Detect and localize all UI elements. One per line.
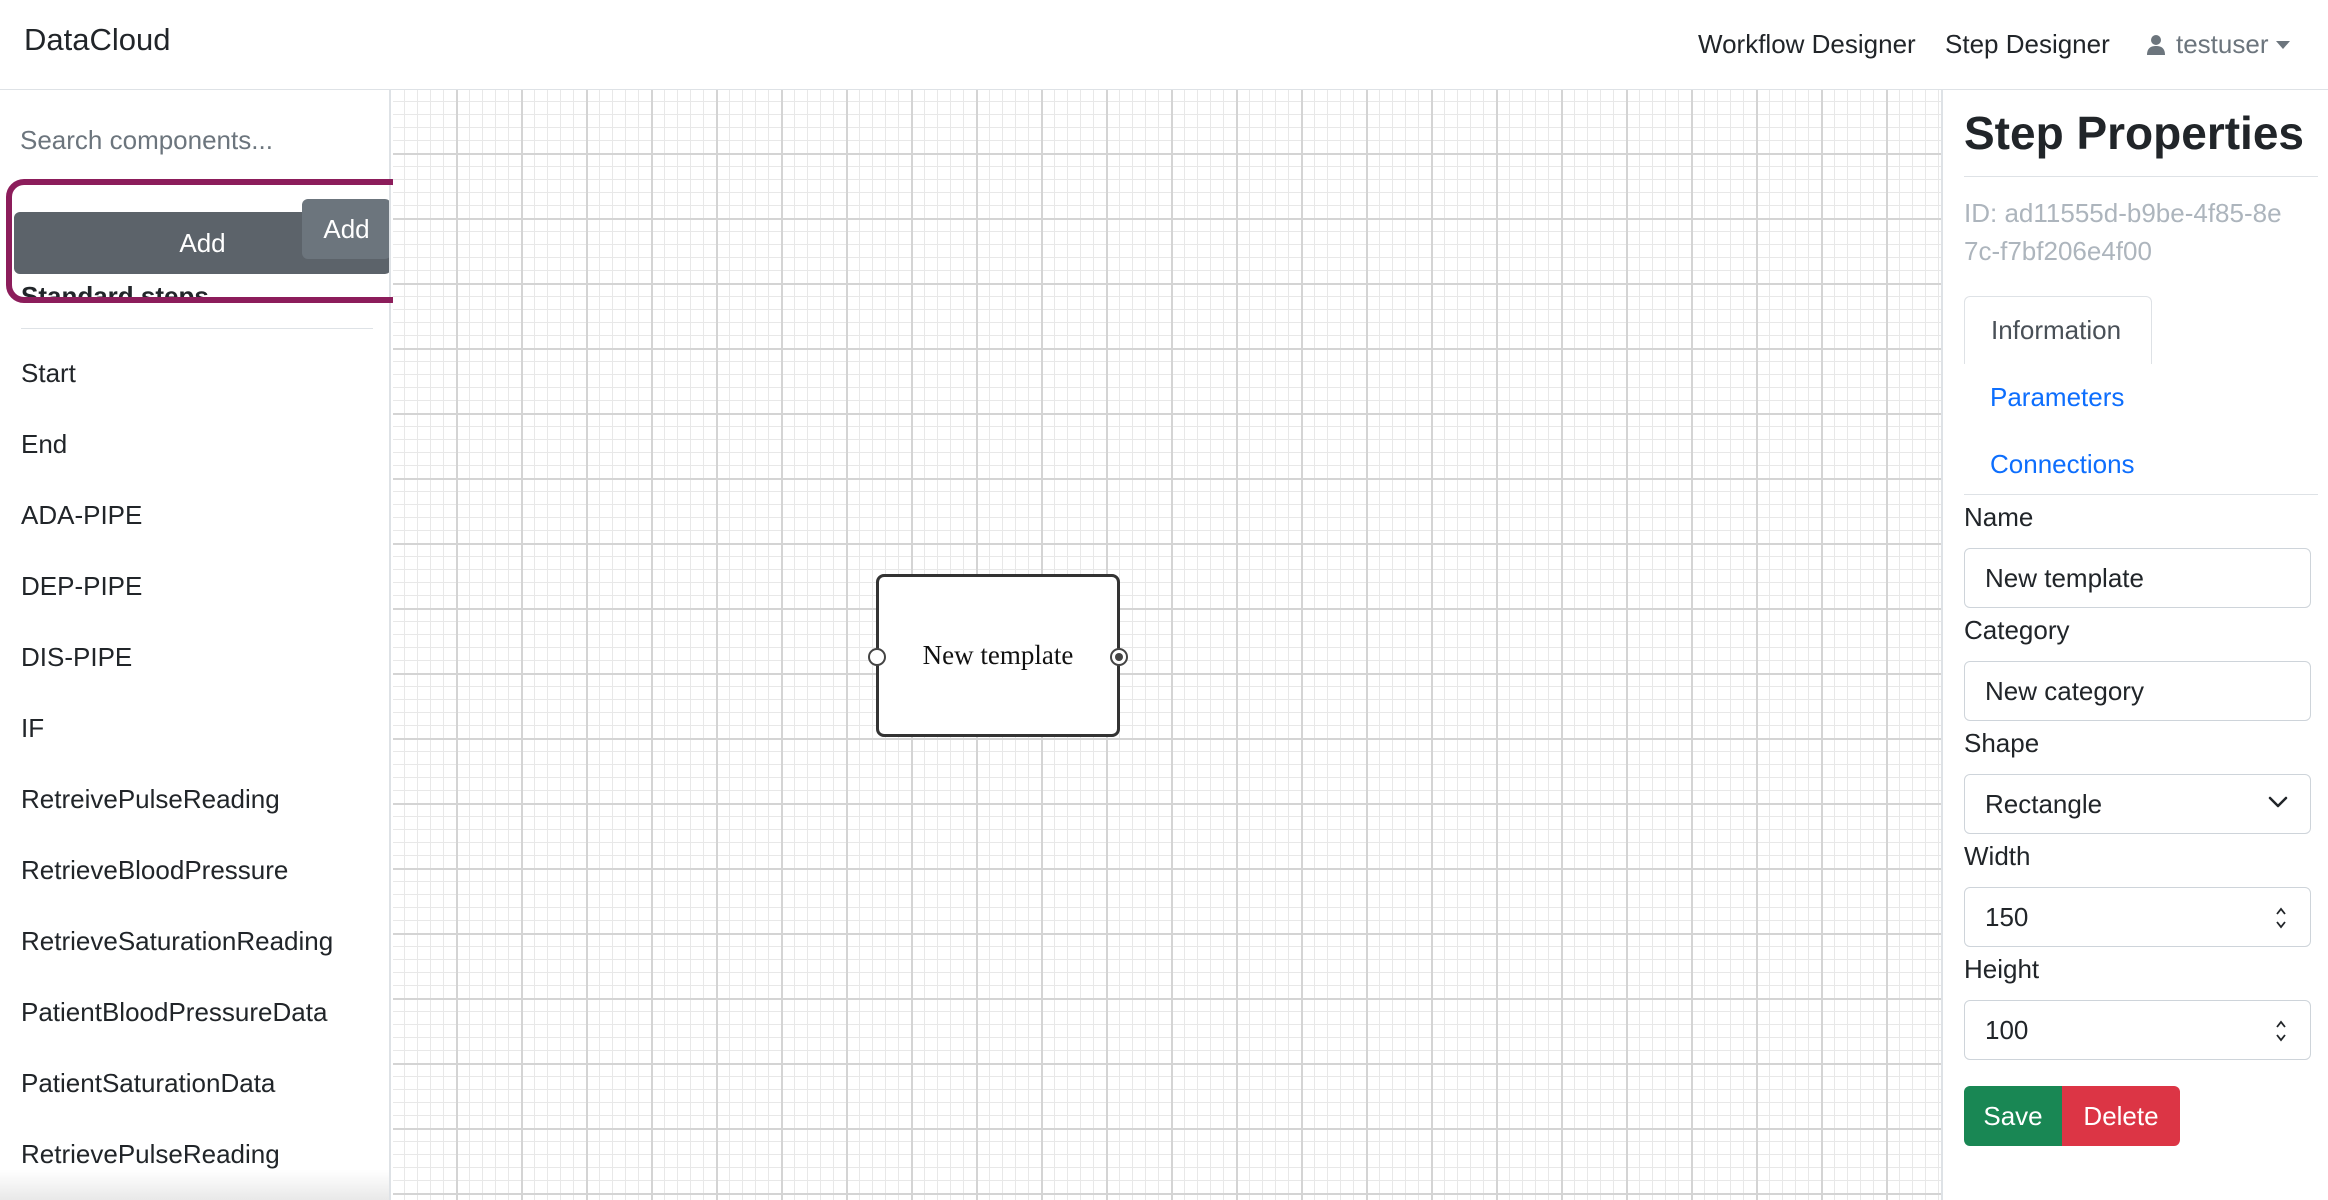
step-label: Start (21, 358, 76, 388)
shape-selected-value: Rectangle (1985, 788, 2103, 819)
step-label: End (21, 429, 68, 459)
brand-logo[interactable]: DataCloud (24, 22, 170, 58)
step-item-ada-pipe[interactable]: ADA-PIPE (0, 470, 389, 541)
height-value: 100 (1985, 1014, 2029, 1045)
workflow-canvas[interactable]: New template (393, 90, 1941, 1200)
component-sidebar: Add Standard steps Start End ADA-PIPE DE… (0, 90, 391, 1200)
name-field[interactable] (1964, 548, 2311, 608)
step-label: DIS-PIPE (21, 642, 133, 672)
step-item-end[interactable]: End (0, 399, 389, 470)
template-node[interactable]: New template (868, 574, 1128, 737)
step-label: PatientSaturationData (21, 1068, 276, 1098)
step-label: IF (21, 713, 45, 743)
step-id: ID: ad11555d-b9be-4f85-8e7c-f7bf206e4f00 (1964, 198, 2282, 266)
scroll-fade (0, 1170, 389, 1200)
step-label: RetrieveBloodPressure (21, 855, 289, 885)
tab-connections[interactable]: Connections (1990, 449, 2135, 480)
save-button[interactable]: Save (1964, 1086, 2062, 1146)
step-label: RetrievePulseReading (21, 1139, 280, 1169)
tab-information[interactable]: Information (1964, 296, 2152, 364)
width-field[interactable]: 150 (1964, 887, 2311, 947)
input-port[interactable] (868, 648, 886, 666)
tab-divider (1964, 494, 2318, 495)
panel-divider (1964, 176, 2318, 177)
category-field[interactable] (1964, 661, 2311, 721)
step-label: DEP-PIPE (21, 571, 143, 601)
height-label: Height (1964, 954, 2040, 984)
nav-step-designer[interactable]: Step Designer (1945, 29, 2110, 60)
step-label: PatientBloodPressureData (21, 997, 328, 1027)
add-step-start-button[interactable]: Add (302, 199, 389, 259)
step-item-dis-pipe[interactable]: DIS-PIPE (0, 612, 389, 683)
output-port[interactable] (1110, 648, 1128, 666)
shape-select[interactable]: Rectangle (1964, 774, 2311, 834)
step-item-patient-blood-pressure-data[interactable]: PatientBloodPressureData (0, 967, 389, 1038)
delete-button[interactable]: Delete (2062, 1086, 2180, 1146)
step-item-retrieve-saturation-reading[interactable]: RetrieveSaturationReading (0, 896, 389, 967)
step-label: RetrieveSaturationReading (21, 926, 334, 956)
step-item-if[interactable]: IF (0, 683, 389, 754)
step-label: ADA-PIPE (21, 500, 143, 530)
nav-workflow-designer[interactable]: Workflow Designer (1698, 29, 1916, 60)
user-icon (2147, 34, 2165, 55)
tab-parameters[interactable]: Parameters (1990, 382, 2124, 413)
step-item-retreive-pulse-reading[interactable]: RetreivePulseReading (0, 754, 389, 825)
step-list: Start End ADA-PIPE DEP-PIPE DIS-PIPE IF … (0, 328, 389, 1180)
user-name: testuser (2176, 29, 2269, 59)
section-title-standard-steps: Standard steps (21, 281, 209, 298)
step-properties-panel: Step Properties ID: ad11555d-b9be-4f85-8… (1941, 90, 2328, 1200)
step-item-start[interactable]: Start (0, 328, 389, 399)
height-field[interactable]: 100 (1964, 1000, 2311, 1060)
shape-label: Shape (1964, 728, 2040, 758)
navbar: DataCloud Workflow Designer Step Designe… (0, 0, 2328, 90)
step-label: RetreivePulseReading (21, 784, 280, 814)
width-label: Width (1964, 841, 2031, 871)
panel-title: Step Properties (1964, 107, 2304, 159)
step-item-patient-saturation-data[interactable]: PatientSaturationData (0, 1038, 389, 1109)
category-label: Category (1964, 615, 2070, 645)
spinner-icon[interactable] (2274, 1017, 2288, 1045)
width-value: 150 (1985, 901, 2029, 932)
caret-down-icon (2275, 40, 2290, 49)
node-label: New template (922, 640, 1074, 670)
step-item-retrieve-blood-pressure[interactable]: RetrieveBloodPressure (0, 825, 389, 896)
name-label: Name (1964, 502, 2034, 532)
search-components-input[interactable] (8, 118, 388, 162)
step-item-dep-pipe[interactable]: DEP-PIPE (0, 541, 389, 612)
user-menu[interactable]: testuser (2146, 29, 2290, 60)
chevron-down-icon (2268, 796, 2288, 808)
spinner-icon[interactable] (2274, 904, 2288, 932)
